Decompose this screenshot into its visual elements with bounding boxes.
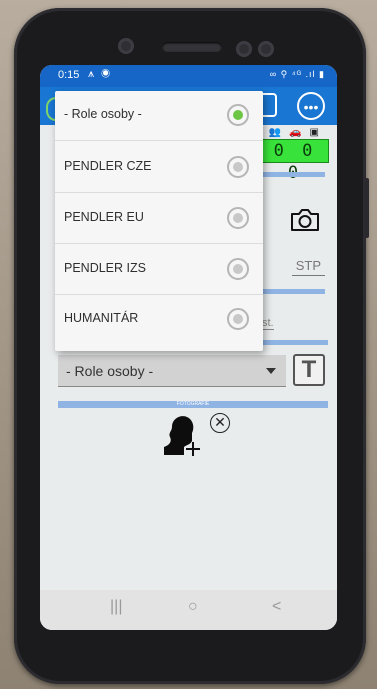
phone-earpiece <box>162 42 222 52</box>
home-button[interactable]: ○ <box>188 598 198 616</box>
back-button[interactable]: < <box>272 598 281 616</box>
role-option[interactable]: - Role osoby - <box>55 91 263 141</box>
chevron-down-icon <box>266 368 276 374</box>
person-counter: 0 0 0 <box>261 139 329 183</box>
counter-icons: 👥🚗▣ <box>269 127 327 138</box>
phone-front-camera <box>118 38 134 54</box>
person-icon: 👥 <box>268 127 290 138</box>
phone-sensor-1 <box>236 41 252 57</box>
text-button[interactable]: T <box>293 354 325 386</box>
role-select[interactable]: - Role osoby - <box>58 355 286 387</box>
phone-sensor-2 <box>258 41 274 57</box>
recent-apps-button[interactable]: ||| <box>110 598 122 616</box>
status-bar: 0:15 ⩚ ◉ ∞ ⚲ ⁴ᴳ .ıl ▮ <box>40 65 337 87</box>
radio-selected-icon[interactable] <box>227 104 249 126</box>
role-select-value: - Role osoby - <box>66 363 154 379</box>
role-option[interactable]: PENDLER EU <box>55 194 263 244</box>
role-option-label: HUMANITÁR <box>64 311 139 325</box>
phone-screen: 0:15 ⩚ ◉ ∞ ⚲ ⁴ᴳ .ıl ▮ ••• 👥🚗▣ 0 0 0 STP … <box>40 65 337 630</box>
phone-side-button <box>365 178 369 238</box>
status-time: 0:15 <box>58 69 80 81</box>
android-nav-bar: ||| ○ < <box>40 590 337 630</box>
role-option-label: PENDLER CZE <box>64 159 152 173</box>
radio-icon[interactable] <box>227 207 249 229</box>
role-option-label: PENDLER IZS <box>64 261 146 275</box>
role-option[interactable]: PENDLER CZE <box>55 143 263 193</box>
role-option[interactable]: PENDLER IZS <box>55 245 263 295</box>
role-option[interactable]: HUMANITÁR <box>55 295 263 345</box>
role-option-label: PENDLER EU <box>64 210 144 224</box>
camera-icon[interactable] <box>289 207 321 233</box>
st-field[interactable]: st. <box>262 317 274 330</box>
status-notification-icons: ⩚ ◉ <box>88 68 112 80</box>
stp-field[interactable]: STP <box>291 258 325 276</box>
photo-section-label: FOTOGRAFIE <box>58 401 328 408</box>
box-icon: ▣ <box>309 127 327 138</box>
radio-icon[interactable] <box>227 308 249 330</box>
car-icon: 🚗 <box>289 127 310 138</box>
status-system-icons: ∞ ⚲ ⁴ᴳ .ıl ▮ <box>269 69 325 79</box>
radio-icon[interactable] <box>227 156 249 178</box>
role-dropdown-menu: - Role osoby - PENDLER CZE PENDLER EU PE… <box>55 91 263 351</box>
role-option-label: - Role osoby - <box>64 107 142 121</box>
more-menu-button[interactable]: ••• <box>297 92 325 120</box>
remove-photo-icon[interactable]: ✕ <box>210 413 230 433</box>
radio-icon[interactable] <box>227 258 249 280</box>
